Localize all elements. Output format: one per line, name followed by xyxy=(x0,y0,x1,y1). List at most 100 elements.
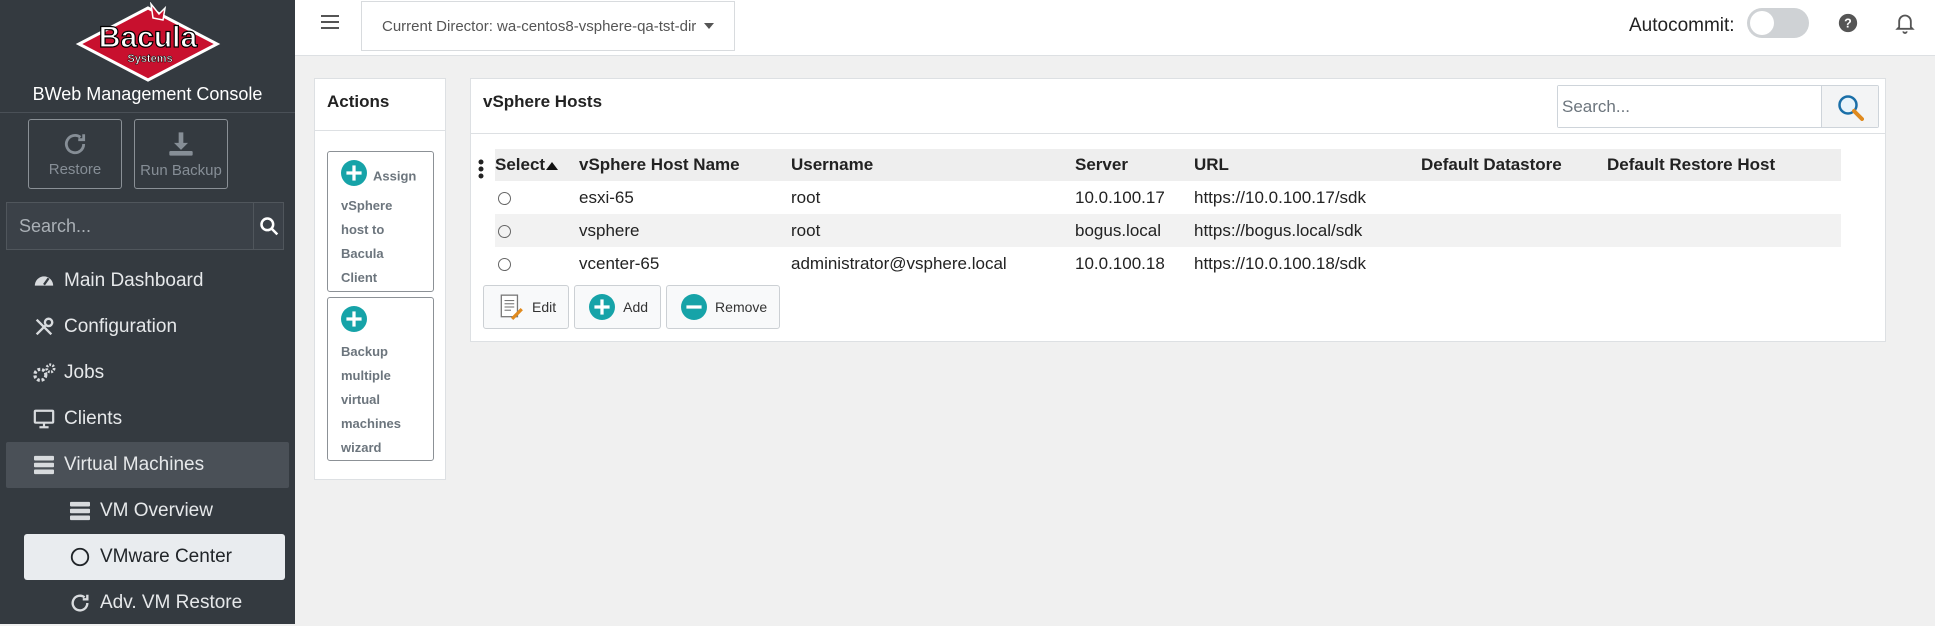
cell-host-name: esxi-65 xyxy=(579,187,634,207)
sidebar-item-vmware-center[interactable]: VMware Center xyxy=(24,534,285,580)
row-select-radio[interactable] xyxy=(498,224,511,238)
sidebar-item-configuration[interactable]: Configuration xyxy=(6,304,289,350)
cell-default-restore-host xyxy=(1607,214,1841,247)
edit-button[interactable]: Edit xyxy=(483,285,570,329)
cell-username: administrator@vsphere.local xyxy=(791,253,1007,273)
table-row[interactable]: vsphere root bogus.local https://bogus.l… xyxy=(495,214,1841,247)
sidebar-item-vm-overview[interactable]: VM Overview xyxy=(24,488,285,534)
sidebar-search-input[interactable] xyxy=(7,203,253,249)
edit-document-icon xyxy=(500,294,523,320)
column-header-server[interactable]: Server xyxy=(1075,149,1194,181)
backup-vms-wizard-button[interactable]: Backup multiple virtual machines wizard xyxy=(327,297,434,461)
hosts-search-button[interactable] xyxy=(1821,86,1878,127)
edit-label: Edit xyxy=(532,299,557,315)
sidebar-item-jobs[interactable]: Jobs xyxy=(6,350,289,396)
column-header-url[interactable]: URL xyxy=(1194,149,1421,181)
cell-default-restore-host xyxy=(1607,247,1841,280)
sidebar-item-label: Virtual Machines xyxy=(64,454,205,475)
notifications-button[interactable] xyxy=(1895,12,1915,39)
sidebar-item-label: Configuration xyxy=(64,316,178,337)
backup-label-line: machines xyxy=(341,416,401,431)
backup-label-line: virtual xyxy=(341,392,381,407)
caret-down-icon xyxy=(704,23,714,29)
server-icon xyxy=(34,455,54,475)
logo-subtext: Systems xyxy=(127,53,172,65)
cell-url: https://10.0.100.18/sdk xyxy=(1194,253,1367,273)
server-icon xyxy=(70,501,90,521)
cell-default-datastore xyxy=(1421,247,1607,280)
sidebar-divider xyxy=(0,112,295,113)
remove-label: Remove xyxy=(715,299,768,315)
assign-vsphere-host-button[interactable]: Assign vSphere host to Bacula Client xyxy=(327,151,434,292)
row-select-radio[interactable] xyxy=(498,257,511,271)
cell-server: bogus.local xyxy=(1075,214,1194,247)
assign-label-line: Assign xyxy=(373,168,417,184)
minus-circle-icon xyxy=(681,294,708,320)
assign-label-line: host to xyxy=(341,222,385,237)
column-header-default-datastore[interactable]: Default Datastore xyxy=(1421,149,1607,181)
assign-label-line: vSphere xyxy=(341,198,393,213)
sidebar-search xyxy=(6,202,284,250)
cell-username: root xyxy=(791,187,821,207)
hosts-search-input[interactable] xyxy=(1558,86,1821,127)
backup-label-line: Backup xyxy=(341,344,388,359)
sidebar-item-label: Clients xyxy=(64,408,123,429)
cell-default-datastore xyxy=(1421,214,1607,247)
remove-button[interactable]: Remove xyxy=(666,285,781,329)
column-header-select[interactable]: Select xyxy=(495,149,579,181)
cell-username: root xyxy=(791,214,1075,247)
plus-circle-icon xyxy=(341,306,367,332)
sidebar-nav: Main Dashboard Configuration Jobs Client… xyxy=(0,258,295,626)
run-backup-label: Run Backup xyxy=(140,161,222,179)
gears-icon xyxy=(33,363,56,382)
sidebar-item-main-dashboard[interactable]: Main Dashboard xyxy=(6,258,289,304)
sidebar-item-label: Adv. VM Restore xyxy=(100,592,243,613)
cell-url: https://10.0.100.17/sdk xyxy=(1194,187,1367,207)
column-header-default-restore-host[interactable]: Default Restore Host xyxy=(1607,149,1841,181)
table-header-row: Select vSphere Host Name Username Server… xyxy=(495,149,1841,181)
cell-host-name: vcenter-65 xyxy=(579,253,660,273)
assign-label-line: Client xyxy=(341,270,378,285)
help-button[interactable]: ? xyxy=(1838,13,1858,38)
sidebar-item-clients[interactable]: Clients xyxy=(6,396,289,442)
sidebar-item-virtual-machines[interactable]: Virtual Machines xyxy=(6,442,289,488)
desktop-icon xyxy=(33,409,55,429)
column-options-button[interactable] xyxy=(477,159,485,184)
table-row[interactable]: vcenter-65 administrator@vsphere.local 1… xyxy=(495,247,1841,280)
run-backup-button[interactable]: Run Backup xyxy=(134,119,228,189)
plus-circle-icon xyxy=(589,294,616,320)
assign-label-line: Bacula xyxy=(341,246,384,261)
director-select[interactable]: Current Director: wa-centos8-vsphere-qa-… xyxy=(361,1,735,51)
bacula-logo[interactable]: Bacula Systems xyxy=(0,0,295,82)
autocommit-toggle[interactable] xyxy=(1747,8,1809,38)
autocommit-label: Autocommit: xyxy=(1629,15,1735,36)
menu-toggle-button[interactable] xyxy=(321,14,339,35)
cell-default-restore-host xyxy=(1607,181,1841,214)
sidebar-item-adv-vm-restore[interactable]: Adv. VM Restore xyxy=(24,580,285,626)
sidebar-item-label: VM Overview xyxy=(100,500,213,521)
sidebar-item-label: Main Dashboard xyxy=(64,270,204,291)
sort-asc-icon xyxy=(546,161,559,170)
download-icon xyxy=(169,131,193,156)
column-header-host-name[interactable]: vSphere Host Name xyxy=(579,149,791,181)
restore-button[interactable]: Restore xyxy=(28,119,122,189)
sidebar-search-button[interactable] xyxy=(253,203,283,249)
cell-server: 10.0.100.18 xyxy=(1075,253,1165,273)
question-circle-icon: ? xyxy=(1838,13,1858,33)
vsphere-hosts-table: Select vSphere Host Name Username Server… xyxy=(495,149,1841,280)
sidebar-item-label: Jobs xyxy=(64,362,105,383)
actions-panel: Actions Assign vSphere host to Bacula Cl… xyxy=(314,78,446,480)
vsphere-hosts-panel: vSphere Hosts Select vSphere Host Name U… xyxy=(470,78,1886,342)
cell-url: https://bogus.local/sdk xyxy=(1194,214,1421,247)
row-select-radio[interactable] xyxy=(498,191,511,205)
refresh-icon xyxy=(71,594,89,612)
table-row[interactable]: esxi-65 root 10.0.100.17 https://10.0.10… xyxy=(495,181,1841,214)
hamburger-icon xyxy=(321,15,339,29)
sidebar-item-label: VMware Center xyxy=(100,546,232,567)
hosts-search xyxy=(1557,85,1879,128)
backup-label-line: wizard xyxy=(341,440,382,455)
add-label: Add xyxy=(623,299,649,315)
add-button[interactable]: Add xyxy=(574,285,662,329)
column-header-username[interactable]: Username xyxy=(791,149,1075,181)
director-select-value: Current Director: wa-centos8-vsphere-qa-… xyxy=(382,17,697,35)
